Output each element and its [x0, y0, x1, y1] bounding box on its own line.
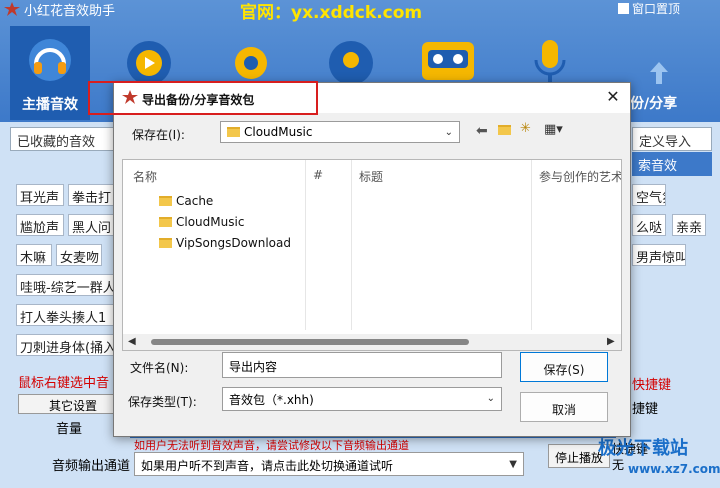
chevron-down-icon: ▼: [509, 459, 517, 470]
column-header-artist[interactable]: 参与创作的艺术: [539, 168, 621, 185]
up-folder-icon[interactable]: [498, 123, 515, 138]
sound-chip[interactable]: 木嘛: [16, 244, 52, 266]
microphone-icon[interactable]: [528, 38, 572, 88]
export-dialog: 导出备份/分享音效包 ✕ 保存在(I): CloudMusic ⌄ ⬅ ✳ ▦▾…: [113, 82, 631, 437]
folder-icon: [227, 127, 240, 137]
user-voice-icon[interactable]: [326, 38, 376, 88]
sound-chip[interactable]: 黑人问: [68, 214, 114, 236]
sound-chip[interactable]: 耳光声: [16, 184, 64, 206]
cassette-icon[interactable]: [420, 38, 476, 84]
sound-chip[interactable]: 尴尬声: [16, 214, 64, 236]
column-divider: [531, 160, 532, 330]
view-menu-icon[interactable]: ▦▾: [544, 122, 563, 137]
chevron-down-icon: ⌄: [444, 127, 453, 138]
shortcut-hint: 快捷键: [632, 378, 672, 393]
sound-chip[interactable]: 女麦吻: [56, 244, 102, 266]
highlight-box: [88, 81, 318, 115]
chevron-down-icon: ⌄: [486, 393, 495, 404]
filetype-label: 保存类型(T):: [128, 395, 197, 409]
watermark-text: 极光下载站: [598, 438, 688, 459]
app-title: 小红花音效助手: [24, 4, 116, 19]
shortcut-label: 捷键: [632, 402, 659, 417]
tab-custom-import[interactable]: 定义导入: [632, 127, 712, 151]
tab-search-sound[interactable]: 索音效: [632, 152, 712, 176]
sound-chip[interactable]: 拳击打: [68, 184, 114, 206]
folder-icon: [159, 217, 172, 227]
new-folder-icon[interactable]: ✳: [520, 121, 531, 136]
filename-input[interactable]: 导出内容: [222, 352, 502, 378]
column-header-name[interactable]: 名称: [133, 168, 157, 185]
sound-chip[interactable]: 男声惊叫: [632, 244, 686, 266]
horizontal-scrollbar[interactable]: ◀ ▶: [123, 334, 621, 350]
tool-anchor-button[interactable]: 主播音效: [10, 26, 90, 120]
column-header-title[interactable]: 标题: [359, 168, 383, 185]
checkbox-icon[interactable]: [618, 3, 629, 14]
tab-favorites[interactable]: 已收藏的音效: [10, 127, 120, 151]
column-divider: [305, 160, 306, 330]
backup-share-label[interactable]: 份/分享: [630, 93, 677, 113]
scroll-thumb[interactable]: [151, 339, 469, 345]
list-item[interactable]: CloudMusic: [159, 215, 244, 229]
sound-chip[interactable]: 刀刺进身体(捅入: [16, 334, 114, 356]
list-item[interactable]: Cache: [159, 194, 213, 208]
cancel-button[interactable]: 取消: [520, 392, 608, 422]
folder-icon: [159, 196, 172, 206]
back-icon[interactable]: ⬅: [476, 123, 488, 139]
right-click-hint: 鼠标右键选中音: [18, 376, 110, 391]
save-button[interactable]: 保存(S): [520, 352, 608, 382]
output-hint: 如用户无法听到音效声音，请尝试修改以下音频输出通道: [134, 439, 409, 452]
sound-chip[interactable]: 亲亲: [672, 214, 706, 236]
site-url[interactable]: 官网：yx.xddck.com: [240, 0, 422, 23]
sound-chip[interactable]: 么哒: [632, 214, 666, 236]
output-channel-select[interactable]: 如果用户听不到声音，请点击此处切换通道试听 ▼: [134, 452, 524, 476]
app-logo-icon: [4, 2, 20, 16]
other-settings-button[interactable]: 其它设置: [18, 394, 128, 414]
scroll-right-icon[interactable]: ▶: [607, 336, 615, 347]
column-header-number[interactable]: #: [313, 168, 323, 182]
save-in-select[interactable]: CloudMusic ⌄: [220, 121, 460, 143]
sound-chip[interactable]: 空气氛: [632, 184, 666, 206]
list-item[interactable]: VipSongsDownload: [159, 236, 291, 250]
upload-icon[interactable]: [648, 60, 670, 88]
scroll-left-icon[interactable]: ◀: [128, 336, 136, 347]
volume-label: 音量: [56, 422, 83, 437]
folder-icon: [159, 238, 172, 248]
save-in-label: 保存在(I):: [132, 128, 185, 142]
column-divider: [351, 160, 352, 330]
file-list: 名称 # 标题 参与创作的艺术 Cache CloudMusic VipSong…: [122, 159, 622, 351]
filename-label: 文件名(N):: [130, 361, 189, 375]
close-icon[interactable]: ✕: [602, 87, 624, 109]
sound-chip[interactable]: 哇哦-综艺一群人: [16, 274, 114, 296]
top-checkbox[interactable]: 窗口置顶: [618, 0, 680, 17]
sound-chip[interactable]: 打人拳头揍人1: [16, 304, 114, 326]
headphones-icon: [29, 39, 71, 81]
filetype-select[interactable]: 音效包（*.xhh) ⌄: [222, 387, 502, 411]
output-channel-label: 音频输出通道: [52, 459, 131, 474]
watermark-url: www.xz7.com: [628, 462, 720, 476]
